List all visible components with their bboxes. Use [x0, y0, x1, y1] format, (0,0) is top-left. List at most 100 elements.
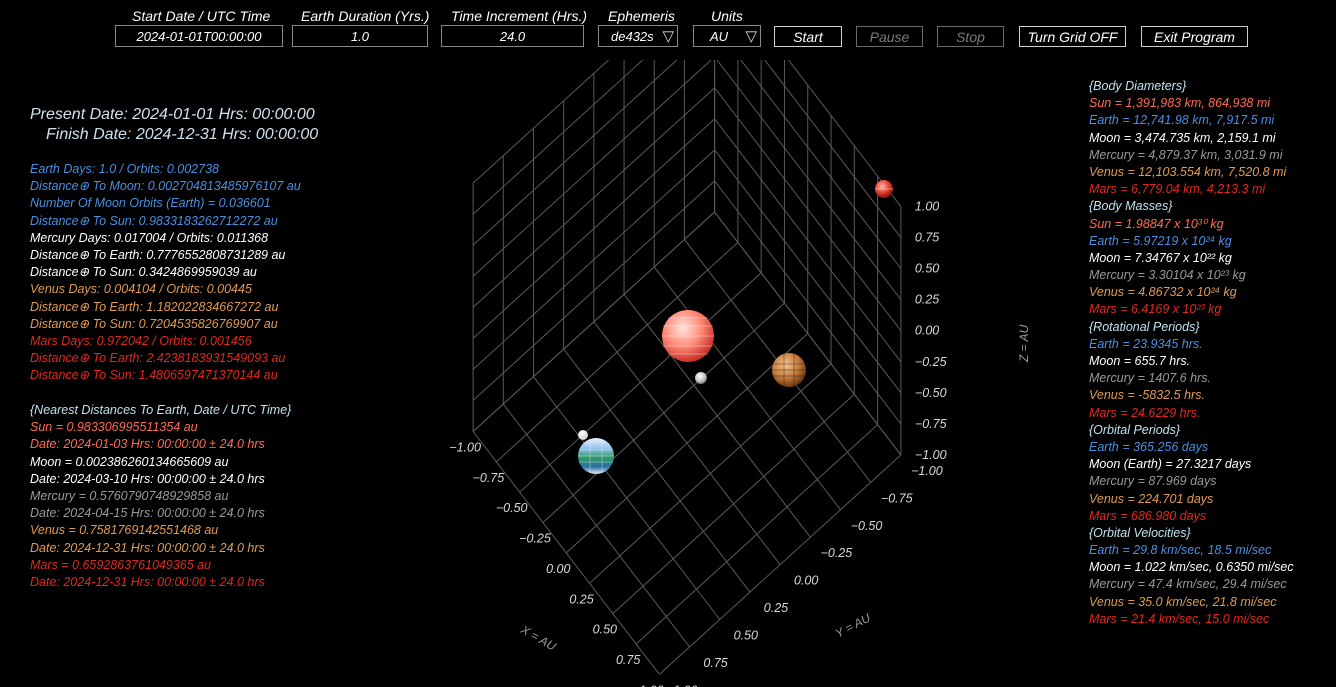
start-date-label: Start Date / UTC Time [132, 8, 271, 24]
ephemeris-select[interactable]: de432s ▽ [598, 25, 678, 47]
body-info-line: Mars = 6,779.04 km, 4,213.3 mi [1089, 182, 1266, 197]
venus-body [772, 353, 806, 387]
stats-line: Venus Days: 0.004104 / Orbits: 0.00445 [30, 282, 252, 297]
x-tick-label: 0.75 [616, 653, 640, 667]
duration-input[interactable]: 1.0 [292, 25, 428, 47]
mercury-body [695, 372, 707, 384]
nearest-distance-line: Venus = 0.7581769142551468 au [30, 523, 219, 538]
body-info-line: Venus = 35.0 km/sec, 21.8 mi/sec [1089, 594, 1277, 609]
x-axis-label: X = AU [518, 622, 559, 654]
nearest-distance-line: Sun = 0.983306995511354 au [30, 420, 198, 435]
body-info-line: Earth = 12,741.98 km, 7,917.5 mi [1089, 113, 1275, 128]
body-info-line: Venus = -5832.5 hrs. [1089, 388, 1205, 403]
stats-line: Distance⊕ To Earth: 2.4238183931549093 a… [30, 351, 286, 366]
nearest-distances-panel: {Nearest Distances To Earth, Date / UTC … [30, 402, 291, 591]
start-button[interactable]: Start [774, 26, 842, 47]
z-tick-label: 0.25 [915, 293, 939, 307]
stats-line: Distance⊕ To Sun: 0.3424869959039 au [30, 265, 257, 280]
y-tick-label: 0.75 [703, 656, 727, 670]
exit-program-button[interactable]: Exit Program [1141, 26, 1248, 47]
body-info-line: Mars = 6.4169 x 10²³ kg [1089, 302, 1222, 317]
x-tick-label: 0.50 [593, 623, 617, 637]
body-info-line: {Orbital Velocities} [1089, 525, 1191, 540]
nearest-distance-line: {Nearest Distances To Earth, Date / UTC … [30, 403, 292, 417]
solar-system-3d-plot[interactable]: −1.00−0.75−0.50−0.250.000.250.500.751.00… [370, 60, 1030, 687]
body-info-line: Venus = 12,103.554 km, 7,520.8 mi [1089, 164, 1287, 179]
ephemeris-value: de432s [611, 28, 654, 44]
triangle-down-icon[interactable]: ▽ [662, 27, 674, 45]
nearest-distance-line: Mars = 0.6592863761049365 au [30, 557, 212, 572]
x-tick-label: −0.75 [473, 471, 505, 485]
z-tick-label: 1.00 [915, 200, 939, 214]
finish-date: Finish Date: 2024-12-31 Hrs: 00:00:00 [46, 126, 319, 143]
body-info-line: Mercury = 4,879.37 km, 3,031.9 mi [1089, 147, 1283, 162]
z-tick-label: −0.75 [915, 417, 947, 431]
duration-label: Earth Duration (Yrs.) [301, 8, 430, 24]
stats-line: Mars Days: 0.972042 / Orbits: 0.001456 [30, 333, 252, 348]
stats-line: Mercury Days: 0.017004 / Orbits: 0.01136… [30, 230, 269, 245]
toggle-grid-button[interactable]: Turn Grid OFF [1019, 26, 1126, 47]
earth-body [578, 438, 614, 474]
sun-body [662, 310, 714, 362]
nearest-distance-line: Date: 2024-12-31 Hrs: 00:00:00 ± 24.0 hr… [30, 574, 265, 589]
moon-body [578, 430, 588, 440]
body-info-line: Moon = 3,474.735 km, 2,159.1 mi [1089, 130, 1276, 145]
nearest-distance-line: Date: 2024-01-03 Hrs: 00:00:00 ± 24.0 hr… [30, 437, 265, 452]
y-tick-label: 1.00 [673, 683, 697, 687]
body-info-line: Moon = 1.022 km/sec, 0.6350 mi/sec [1089, 560, 1294, 575]
z-axis-label: Z = AU [1017, 324, 1030, 363]
body-info-line: {Body Diameters} [1089, 79, 1187, 93]
x-tick-label: 0.00 [546, 562, 570, 576]
stats-line: Distance⊕ To Earth: 0.7776552808731289 a… [30, 247, 286, 262]
y-tick-label: 0.50 [734, 628, 758, 642]
nearest-distance-line: Date: 2024-03-10 Hrs: 00:00:00 ± 24.0 hr… [30, 471, 265, 486]
stats-line: Distance⊕ To Sun: 0.7204535826769907 au [30, 316, 278, 331]
x-tick-label: −1.00 [449, 440, 481, 454]
stats-line: Distance⊕ To Earth: 1.182022834667272 au [30, 299, 279, 314]
body-info-line: Mars = 21.4 km/sec, 15.0 mi/sec [1089, 611, 1270, 626]
pause-button[interactable]: Pause [856, 26, 923, 47]
start-date-input[interactable]: 2024-01-01T00:00:00 [115, 25, 283, 47]
y-tick-label: 0.25 [764, 601, 788, 615]
plot-grid [472, 60, 902, 675]
x-tick-label: −0.50 [496, 501, 528, 515]
x-tick-label: −0.25 [519, 532, 551, 546]
body-info-line: Mars = 686.980 days [1089, 508, 1207, 523]
body-info-line: Venus = 224.701 days [1089, 491, 1214, 506]
increment-input[interactable]: 24.0 [441, 25, 584, 47]
y-tick-label: −0.75 [881, 491, 913, 505]
increment-label: Time Increment (Hrs.) [451, 8, 588, 24]
body-info-line: {Body Masses} [1089, 199, 1173, 214]
z-tick-label: 0.75 [915, 231, 939, 245]
x-tick-label: 1.00 [639, 683, 663, 687]
body-info-line: Moon = 655.7 hrs. [1089, 354, 1191, 368]
stats-line: Earth Days: 1.0 / Orbits: 0.002738 [30, 162, 219, 176]
units-select[interactable]: AU ▽ [693, 25, 761, 47]
body-info-line: Sun = 1,391,983 km, 864,938 mi [1089, 96, 1271, 111]
z-tick-label: −0.50 [915, 386, 947, 400]
y-tick-label: −0.25 [821, 546, 853, 560]
body-info-line: Earth = 365.256 days [1089, 439, 1209, 454]
y-tick-label: −0.50 [851, 519, 883, 533]
stop-button[interactable]: Stop [937, 26, 1004, 47]
nearest-distance-line: Mercury = 0.5760790748929858 au [30, 488, 229, 503]
body-info-line: {Orbital Periods} [1089, 422, 1181, 437]
z-tick-label: 0.50 [915, 262, 939, 276]
nearest-distance-line: Date: 2024-04-15 Hrs: 00:00:00 ± 24.0 hr… [30, 506, 265, 521]
triangle-down-icon[interactable]: ▽ [745, 27, 757, 45]
z-tick-label: −0.25 [915, 355, 947, 369]
body-info-line: Sun = 1.98847 x 10³⁰ kg [1089, 216, 1224, 231]
stats-line: Distance⊕ To Moon: 0.002704813485976107 … [30, 179, 301, 194]
ephemeris-label: Ephemeris [608, 8, 675, 24]
z-tick-label: −1.00 [915, 448, 947, 462]
body-info-line: Earth = 5.97219 x 10²⁴ kg [1089, 233, 1232, 248]
z-tick-label: 0.00 [915, 324, 939, 338]
body-info-line: Moon (Earth) = 27.3217 days [1089, 457, 1252, 472]
body-info-line: Mercury = 47.4 km/sec, 29.4 mi/sec [1089, 577, 1287, 592]
x-tick-label: 0.25 [569, 592, 593, 606]
y-tick-label: 0.00 [794, 574, 818, 588]
body-info-line: Mars = 24.6229 hrs. [1089, 405, 1201, 420]
plot-ticks: −1.00−0.75−0.50−0.250.000.250.500.751.00… [449, 200, 946, 687]
nearest-distance-line: Moon = 0.002386260134665609 au [30, 454, 229, 469]
present-date: Present Date: 2024-01-01 Hrs: 00:00:00 [30, 106, 315, 123]
